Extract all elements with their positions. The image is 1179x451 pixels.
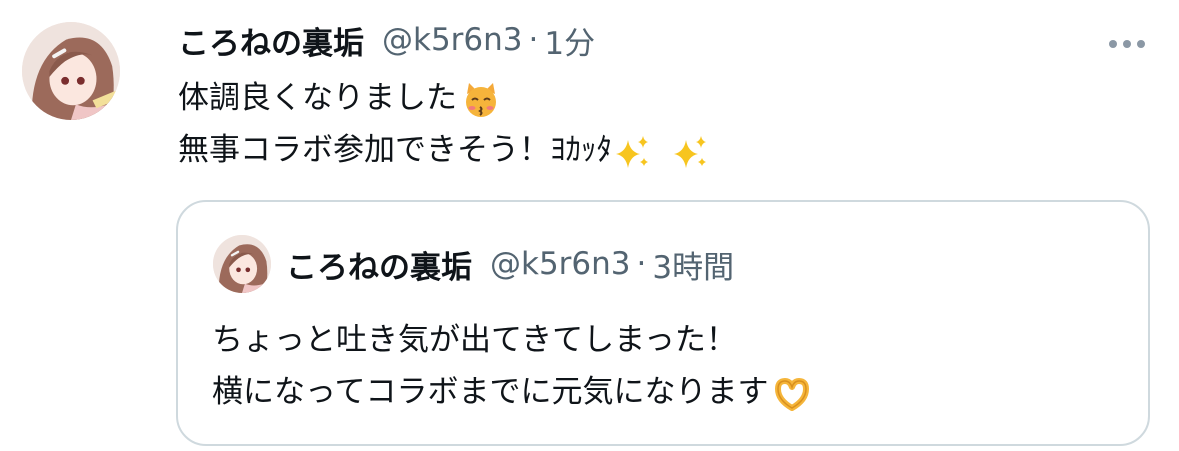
kissing-cat-emoji (466, 82, 496, 117)
handle[interactable]: @k5r6n3 (382, 22, 523, 58)
quoted-line-1: ちょっと吐き気が出てきてしまった！ (212, 322, 737, 358)
tweet-line-2: 無事コラボ参加できそう！ﾖｶｯﾀ (178, 124, 710, 176)
avatar[interactable] (22, 22, 120, 120)
display-name[interactable]: ころねの裏垢 (178, 18, 364, 63)
heart-hands-emoji (775, 377, 810, 411)
timestamp[interactable]: 1分 (544, 18, 595, 63)
quoted-handle: @k5r6n3 (490, 246, 631, 282)
tweet-line-1: 体調良くなりました (178, 72, 710, 124)
quoted-tweet-text: ちょっと吐き気が出てきてしまった！ 横になってコラボまでに元気になります (212, 314, 812, 418)
quoted-tweet-header: ころねの裏垢 @k5r6n3 · 3時間 (286, 238, 734, 290)
separator-dot: · (528, 22, 539, 58)
quoted-timestamp: 3時間 (652, 249, 735, 286)
avatar-image (22, 22, 120, 120)
sparkles-emoji (616, 135, 648, 168)
tweet-header: ころねの裏垢 @k5r6n3 · 1分 (178, 18, 595, 62)
sparkles-emoji (674, 135, 706, 168)
quoted-line-2: 横になってコラボまでに元気になります (212, 366, 812, 418)
separator-dot: · (636, 246, 647, 282)
avatar-image (213, 235, 271, 293)
quoted-avatar[interactable] (213, 235, 271, 293)
tweet-text: 体調良くなりました 無事コラボ参加できそう！ﾖｶｯﾀ (178, 72, 710, 176)
more-dots-icon[interactable] (1109, 40, 1145, 48)
quoted-display-name: ころねの裏垢 (286, 249, 472, 286)
